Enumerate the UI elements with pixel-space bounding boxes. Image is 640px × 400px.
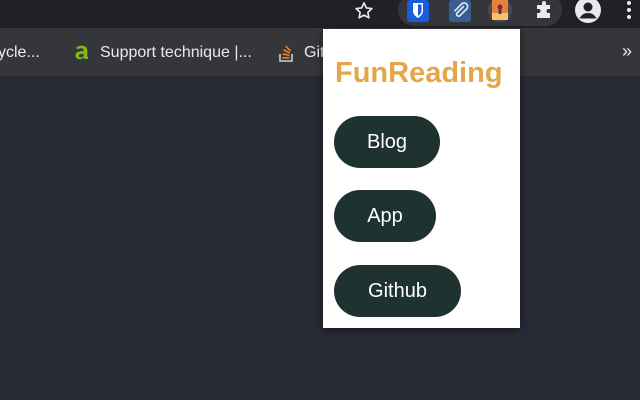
funreading-icon[interactable] [488, 0, 512, 24]
bookmark-label: Git [304, 44, 325, 61]
menu-icon[interactable] [622, 0, 636, 24]
bookmark-label: Support technique |... [100, 44, 252, 61]
bookmark-label: ycle... [0, 44, 40, 61]
puzzle-icon[interactable] [533, 0, 557, 24]
bookmarks-overflow-button[interactable]: » [622, 28, 632, 76]
app-button[interactable]: App [334, 190, 436, 242]
github-button[interactable]: Github [334, 265, 461, 317]
bookmark-item[interactable]: ycle... [0, 28, 40, 76]
paperclip-icon[interactable] [448, 0, 472, 24]
account-icon[interactable] [574, 0, 602, 24]
bookmark-item[interactable]: Support technique |... [70, 28, 252, 76]
bookmark-item[interactable]: Git [278, 28, 324, 76]
popup-title: FunReading [335, 57, 503, 89]
acer-icon [75, 45, 88, 59]
bookmarks-bar: ycle... Support technique |... Git » [0, 28, 640, 76]
bitwarden-icon[interactable] [406, 0, 430, 24]
extension-popup: FunReading Blog App Github [323, 29, 520, 328]
stackoverflow-icon [279, 45, 293, 62]
blog-button[interactable]: Blog [334, 116, 440, 168]
star-icon[interactable] [353, 0, 375, 22]
